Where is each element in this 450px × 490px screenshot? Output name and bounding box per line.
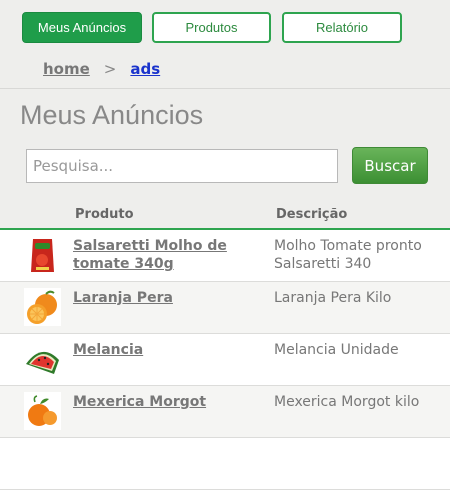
header-divider bbox=[0, 88, 450, 89]
breadcrumb-ads-link[interactable]: ads bbox=[130, 60, 160, 78]
product-link[interactable]: Salsaretti Molho de tomate 340g bbox=[73, 237, 268, 273]
search-button[interactable]: Buscar bbox=[352, 147, 428, 184]
product-description: Molho Tomate pronto Salsaretti 340 bbox=[274, 238, 422, 272]
watermelon-icon bbox=[24, 340, 61, 378]
page-title: Meus Anúncios bbox=[20, 100, 204, 130]
tab-relatorio[interactable]: Relatório bbox=[282, 12, 402, 43]
table-row bbox=[0, 438, 450, 490]
search-input[interactable] bbox=[26, 149, 338, 183]
tab-produtos[interactable]: Produtos bbox=[152, 12, 271, 43]
column-header-produto: Produto bbox=[75, 207, 134, 222]
breadcrumb-home-link[interactable]: home bbox=[43, 60, 90, 78]
orange-icon bbox=[24, 288, 61, 326]
table-row: Salsaretti Molho de tomate 340g Molho To… bbox=[0, 230, 450, 282]
table-row: Melancia Melancia Unidade bbox=[0, 334, 450, 386]
table-row: Laranja Pera Laranja Pera Kilo bbox=[0, 282, 450, 334]
product-link[interactable]: Laranja Pera bbox=[73, 289, 268, 307]
tab-meus-anuncios[interactable]: Meus Anúncios bbox=[22, 12, 142, 43]
breadcrumb: home > ads bbox=[43, 60, 160, 78]
table-row: Mexerica Morgot Mexerica Morgot kilo bbox=[0, 386, 450, 438]
product-description: Laranja Pera Kilo bbox=[274, 290, 392, 306]
product-link[interactable]: Mexerica Morgot bbox=[73, 393, 268, 411]
product-table: Salsaretti Molho de tomate 340g Molho To… bbox=[0, 230, 450, 490]
product-link[interactable]: Melancia bbox=[73, 341, 268, 359]
breadcrumb-separator: > bbox=[103, 60, 117, 78]
nav-tabs: Meus Anúncios Produtos Relatório bbox=[22, 12, 450, 48]
column-header-descricao: Descrição bbox=[276, 207, 348, 222]
tangerine-icon bbox=[24, 392, 61, 430]
product-description: Melancia Unidade bbox=[274, 342, 399, 358]
tomato-sauce-pouch-icon bbox=[24, 236, 61, 274]
product-description: Mexerica Morgot kilo bbox=[274, 394, 420, 410]
